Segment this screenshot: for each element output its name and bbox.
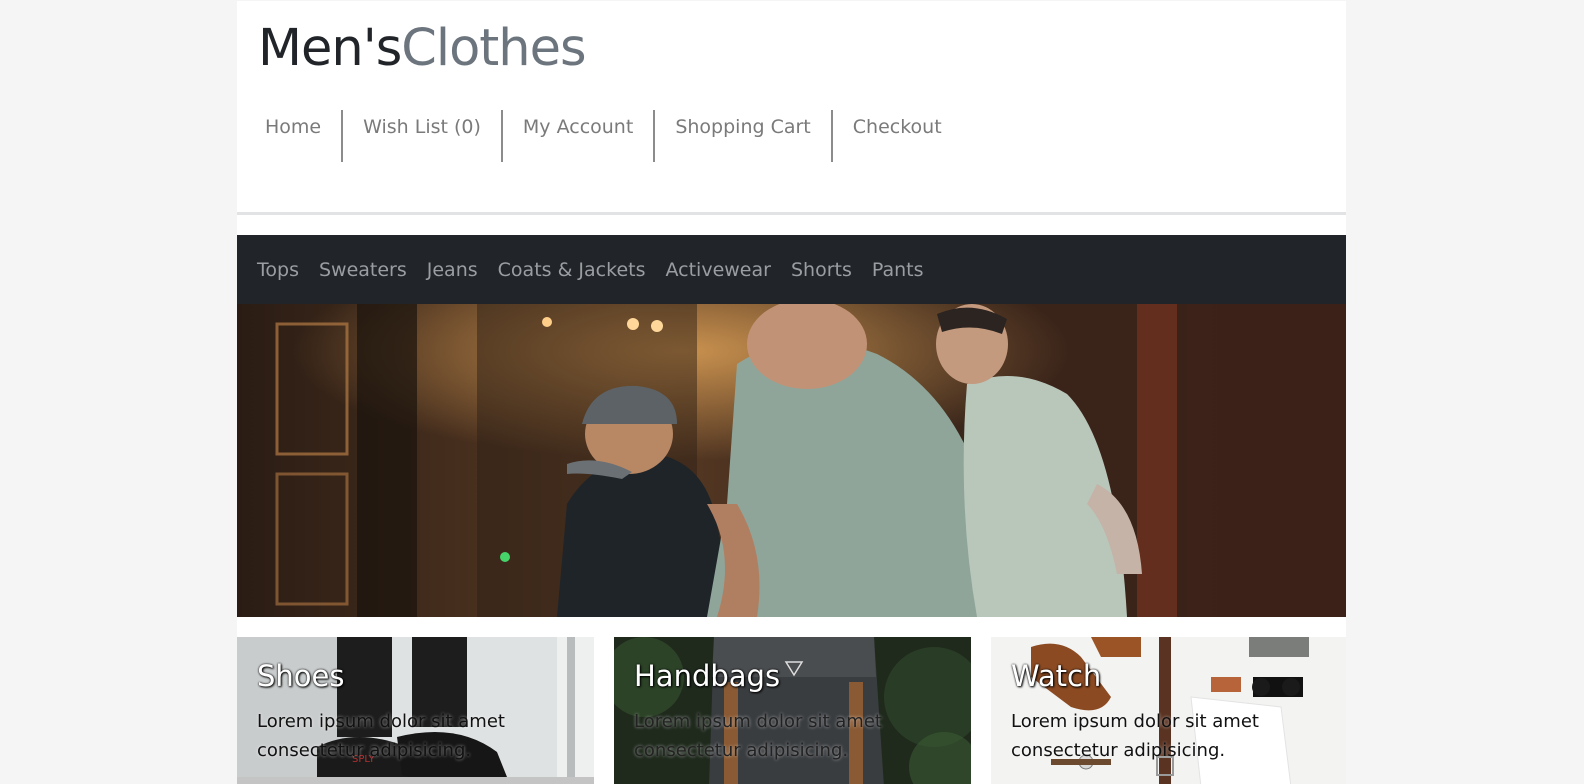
card-watch[interactable]: Watch Lorem ipsum dolor sit amet consect… xyxy=(991,637,1346,784)
card-title: Watch xyxy=(1011,659,1102,693)
card-description: Lorem ipsum dolor sit amet consectetur a… xyxy=(1011,711,1259,761)
hero-photo-illustration xyxy=(237,304,1346,617)
category-sweaters[interactable]: Sweaters xyxy=(309,259,417,281)
card-title: Shoes xyxy=(257,659,345,693)
card-shoes[interactable]: SPLY Shoes Lorem ipsum dolor sit amet co… xyxy=(237,637,594,784)
category-tops[interactable]: Tops xyxy=(247,259,309,281)
category-navbar: Tops Sweaters Jeans Coats & Jackets Acti… xyxy=(237,235,1346,304)
page-container: Men'sClothes Home Wish List (0) My Accou… xyxy=(237,1,1346,784)
card-handbags[interactable]: Handbags Lorem ipsum dolor sit amet cons… xyxy=(614,637,971,784)
nav-home-link[interactable]: Home xyxy=(248,110,341,162)
top-navigation: Home Wish List (0) My Account Shopping C… xyxy=(248,110,962,162)
feature-cards: SPLY Shoes Lorem ipsum dolor sit amet co… xyxy=(237,637,1346,784)
logo-word-1: Men's xyxy=(258,19,402,78)
logo-word-2: Clothes xyxy=(401,19,586,78)
nav-cart-link[interactable]: Shopping Cart xyxy=(653,110,830,162)
nav-wishlist-link[interactable]: Wish List (0) xyxy=(341,110,501,162)
card-description: Lorem ipsum dolor sit amet consectetur a… xyxy=(634,711,882,761)
site-logo[interactable]: Men'sClothes xyxy=(258,23,587,74)
category-coats-jackets[interactable]: Coats & Jackets xyxy=(488,259,656,281)
category-shorts[interactable]: Shorts xyxy=(781,259,862,281)
category-activewear[interactable]: Activewear xyxy=(656,259,781,281)
category-jeans[interactable]: Jeans xyxy=(417,259,488,281)
category-pants[interactable]: Pants xyxy=(862,259,934,281)
card-description: Lorem ipsum dolor sit amet consectetur a… xyxy=(257,711,505,761)
hero-image xyxy=(237,304,1346,617)
card-title: Handbags xyxy=(634,659,781,693)
header-divider xyxy=(237,212,1346,215)
nav-account-link[interactable]: My Account xyxy=(500,110,653,162)
nav-checkout-link[interactable]: Checkout xyxy=(830,110,962,162)
